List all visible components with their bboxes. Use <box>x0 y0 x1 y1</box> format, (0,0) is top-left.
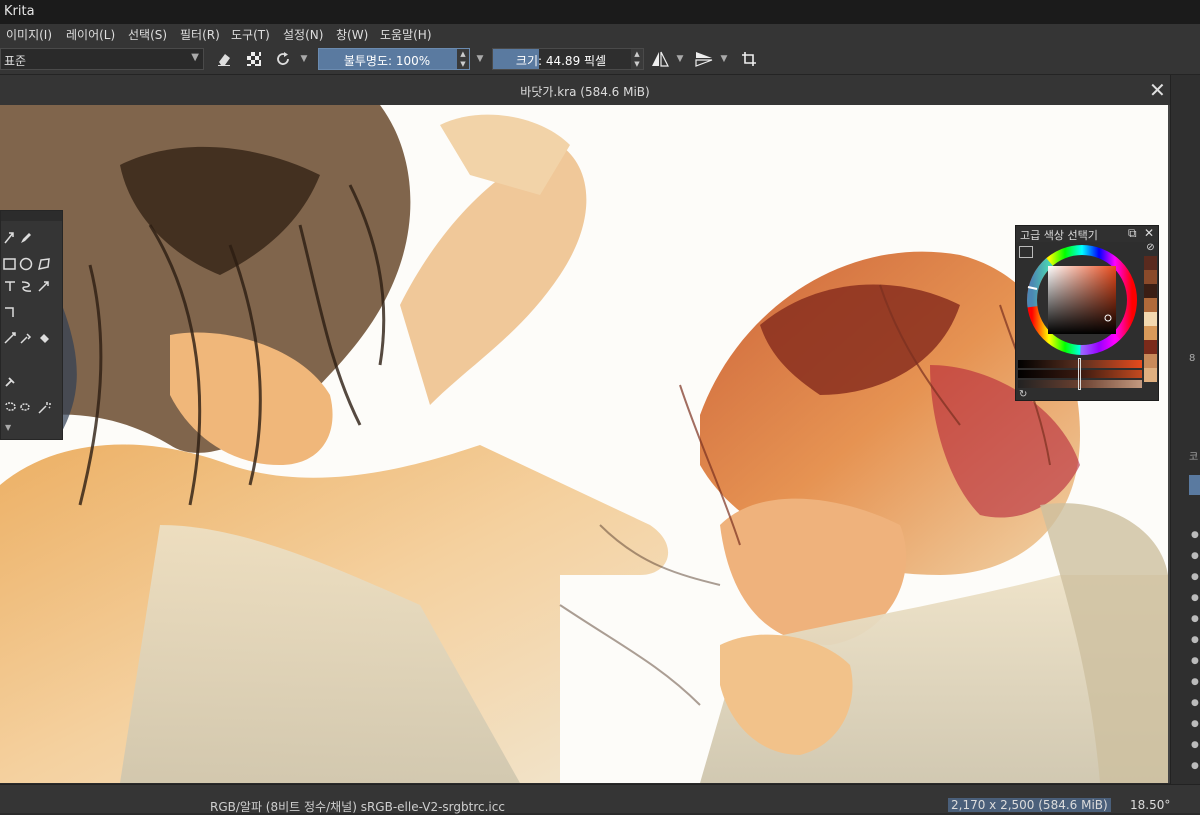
chevron-down-icon[interactable]: ▼ <box>672 48 688 70</box>
menu-bar: 이미지(I) 레이어(L) 선택(S) 필터(R) 도구(T) 설정(N) 창(… <box>0 24 1200 44</box>
crop-tool-icon[interactable] <box>1 303 19 321</box>
eraser-icon[interactable] <box>212 48 236 70</box>
menu-help[interactable]: 도움말(H) <box>380 26 432 43</box>
magic-wand-icon[interactable] <box>35 399 53 417</box>
color-selector-title: 고급 색상 선택기 <box>1020 229 1098 242</box>
toolbox-header <box>1 211 62 221</box>
blend-mode-dropdown-icon[interactable]: ▼ <box>296 48 312 70</box>
alpha-lock-icon[interactable] <box>242 48 266 70</box>
slider-handle[interactable] <box>1078 358 1081 390</box>
advanced-color-selector: 고급 색상 선택기 ⧉ ✕ ⊘ ↻ <box>1015 225 1159 401</box>
menu-layer[interactable]: 레이어(L) <box>66 26 115 43</box>
document-title: 바닷가.kra (584.6 MiB) <box>520 85 650 99</box>
chevron-down-icon[interactable]: ▼ <box>472 48 488 70</box>
color-selector-header: 고급 색상 선택기 ⧉ ✕ <box>1016 226 1158 242</box>
toolbox-panel: ▼ <box>0 210 63 440</box>
menu-tools[interactable]: 도구(T) <box>231 26 270 43</box>
layer-visibility-icons[interactable]: ● ● ● ● ● ● ● ● ● ● ● ● <box>1191 525 1199 777</box>
menu-settings[interactable]: 설정(N) <box>283 26 323 43</box>
menu-window[interactable]: 창(W) <box>336 26 368 43</box>
window-titlebar: Krita <box>0 0 1200 24</box>
chevron-down-icon[interactable]: ▼ <box>716 48 732 70</box>
polygon-tool-icon[interactable] <box>35 255 53 273</box>
opacity-value: 불투명도: 100% <box>343 54 431 68</box>
ellipse-tool-icon[interactable] <box>17 255 35 273</box>
wrap-around-icon[interactable] <box>737 48 761 70</box>
color-picker-tool-icon[interactable] <box>17 329 35 347</box>
close-icon[interactable]: ✕ <box>1144 226 1154 240</box>
mirror-horizontal-icon[interactable] <box>648 48 672 70</box>
drawing-canvas[interactable] <box>0 105 1168 783</box>
status-bar: RGB/알파 (8비트 정수/채널) sRGB-elle-V2-srgbtrc.… <box>0 784 1200 814</box>
selected-layer-indicator[interactable] <box>1189 475 1200 495</box>
docker-label-a: 8 <box>1189 353 1196 364</box>
pen-tool-icon[interactable] <box>17 229 35 247</box>
refresh-icon[interactable]: ↻ <box>1019 389 1027 400</box>
right-docker-strip: 8 코 ● ● ● ● ● ● ● ● ● ● ● ● <box>1170 75 1200 785</box>
chevron-down-icon: ▼ <box>191 52 199 63</box>
brush-preset-label: 표준 <box>4 54 27 68</box>
no-color-icon[interactable]: ⊘ <box>1144 242 1157 256</box>
close-icon[interactable]: ✕ <box>1149 78 1166 102</box>
assistant-tool-icon[interactable] <box>1 373 19 391</box>
tool-options-toolbar: 표준 ▼ ▼ 불투명도: 100% ▲ ▼ ▼ 크기: 44.89 픽셀 ▲ ▼ ▼… <box>0 44 1200 75</box>
opacity-slider[interactable]: 불투명도: 100% ▲ ▼ <box>318 48 470 70</box>
artwork <box>0 105 1168 783</box>
float-icon[interactable]: ⧉ <box>1128 226 1137 241</box>
docker-label-b: 코 <box>1189 452 1199 463</box>
fill-tool-icon[interactable] <box>35 329 53 347</box>
brush-size-slider[interactable]: 크기: 44.89 픽셀 ▲ ▼ <box>492 48 644 70</box>
freehand-path-icon[interactable] <box>17 277 35 295</box>
app-title: Krita <box>4 4 35 19</box>
chevron-down-icon[interactable]: ▼ <box>5 423 11 432</box>
menu-image[interactable]: 이미지(I) <box>6 26 52 43</box>
opacity-spinner[interactable]: ▲ ▼ <box>457 49 469 69</box>
color-space-info: RGB/알파 (8비트 정수/채널) sRGB-elle-V2-srgbtrc.… <box>210 800 505 814</box>
rotation-angle[interactable]: 18.50° <box>1130 798 1170 812</box>
document-title-bar: 바닷가.kra (584.6 MiB) ✕ <box>0 75 1170 105</box>
brush-size-value: 크기: 44.89 픽셀 <box>515 54 607 68</box>
hue-ring[interactable] <box>1024 242 1140 358</box>
image-dimensions[interactable]: 2,170 x 2,500 (584.6 MiB) <box>948 798 1111 812</box>
contiguous-select-icon[interactable] <box>17 399 35 417</box>
mirror-vertical-icon[interactable] <box>692 48 716 70</box>
color-history-strip[interactable]: ⊘ <box>1144 242 1157 402</box>
menu-select[interactable]: 선택(S) <box>128 26 167 43</box>
reload-preset-icon[interactable] <box>271 48 295 70</box>
brush-preset-dropdown[interactable]: 표준 ▼ <box>0 48 204 70</box>
dynamic-brush-icon[interactable] <box>35 277 53 295</box>
menu-filter[interactable]: 필터(R) <box>180 26 220 43</box>
size-spinner[interactable]: ▲ ▼ <box>631 49 643 69</box>
